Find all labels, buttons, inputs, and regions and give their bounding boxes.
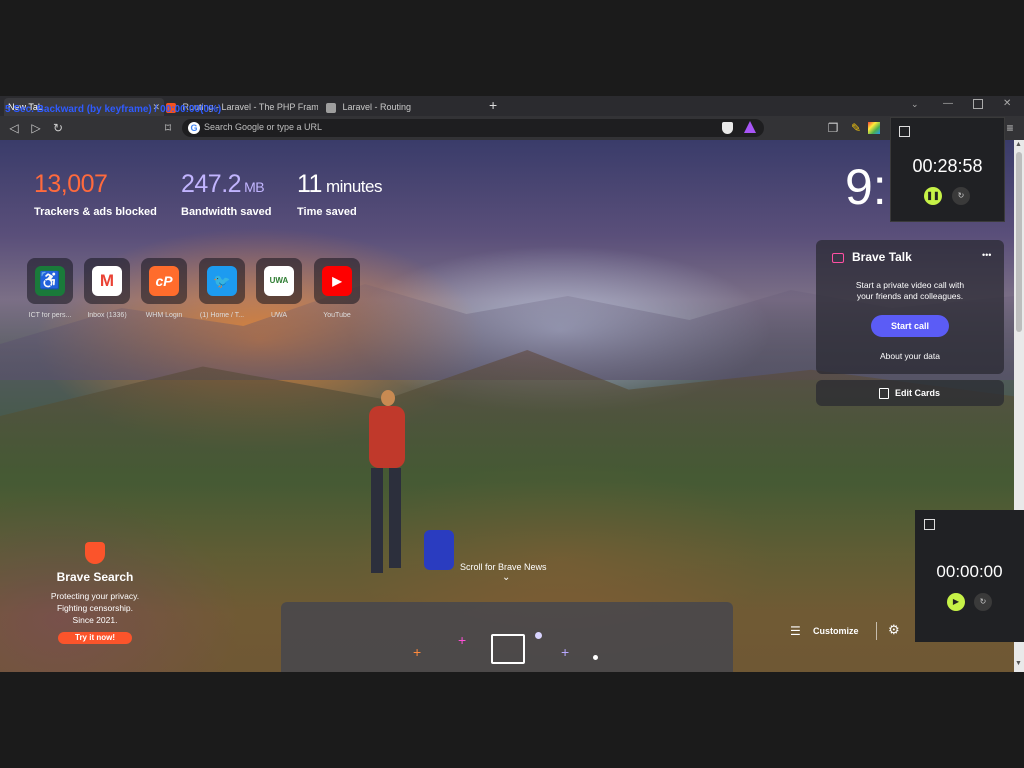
divider (876, 622, 877, 640)
stat-time-value: 11 minutes (297, 170, 382, 198)
top-site-tile[interactable]: M (84, 258, 130, 304)
back-icon[interactable]: ◁ (6, 120, 22, 136)
top-site-label: (1) Home / T... (199, 312, 245, 319)
brave-talk-title: Brave Talk (852, 250, 912, 264)
edit-cards-label: Edit Cards (895, 388, 941, 398)
reset-icon[interactable]: ↻ (952, 187, 970, 205)
stat-bandwidth-value: 247.2 MB (181, 170, 265, 198)
address-bar[interactable]: G Search Google or type a URL (182, 119, 764, 137)
stat-bandwidth-label: Bandwidth saved (181, 206, 272, 218)
expand-icon[interactable] (924, 519, 935, 530)
sparkle-plus-icon: + (561, 644, 570, 660)
sparkle-dot-icon (535, 632, 542, 639)
accessibility-icon: ♿ (35, 266, 65, 296)
cpanel-icon: cP (149, 266, 179, 296)
top-site-tile[interactable]: 🐦 (199, 258, 245, 304)
pause-button[interactable]: ❚❚ (924, 187, 942, 205)
tab-label: Laravel - Routing (342, 102, 412, 112)
timer-display: 00:00:00 (936, 562, 1003, 581)
bookmark-icon[interactable]: ⌑ (160, 120, 176, 136)
scroll-up-icon[interactable]: ▲ (1015, 141, 1022, 148)
top-site-tile[interactable]: cP (141, 258, 187, 304)
top-site-label: Inbox (1336) (87, 312, 127, 319)
settings-gear-icon[interactable]: ⚙ (888, 622, 900, 638)
brave-news-panel: + + + (281, 602, 733, 672)
top-site-label: ICT for pers... (28, 312, 72, 319)
brave-rewards-icon[interactable] (744, 121, 756, 133)
brave-lion-icon (85, 542, 105, 564)
gmail-icon: M (92, 266, 122, 296)
edit-cards-icon (879, 388, 889, 399)
play-button[interactable]: ▶ (947, 593, 965, 611)
hiker-figure (355, 390, 415, 580)
try-it-now-button[interactable]: Try it now! (58, 632, 132, 644)
top-site-tile[interactable]: UWA (256, 258, 302, 304)
brave-search-title: Brave Search (56, 570, 134, 584)
more-options-icon[interactable]: ••• (982, 250, 991, 260)
top-site-label: YouTube (323, 312, 351, 319)
overlay-caption: 5 Sec. Backward (by keyframe) / 00:00:00… (5, 104, 222, 115)
new-tab-page: 13,007 Trackers & ads blocked 247.2 MB Ba… (0, 140, 1014, 672)
customize-icon: ☰ (790, 624, 801, 638)
brave-search-tagline: Protecting your privacy. Fighting censor… (50, 591, 140, 625)
stopwatch-widget-top: 00:28:58 ❚❚ ↻ (890, 117, 1005, 222)
twitter-icon: 🐦 (207, 266, 237, 296)
close-window-button[interactable]: ✕ (1003, 98, 1011, 109)
news-book-icon (491, 634, 525, 664)
stat-trackers-label: Trackers & ads blocked (34, 206, 157, 218)
top-site-label: UWA (270, 312, 288, 319)
top-site-tile[interactable]: ♿ (27, 258, 73, 304)
video-camera-icon (832, 253, 844, 263)
start-call-button[interactable]: Start call (871, 315, 949, 337)
sparkle-plus-icon: + (458, 632, 467, 648)
scroll-for-news-label[interactable]: Scroll for Brave News (460, 562, 547, 572)
clock: 9: (845, 159, 887, 215)
about-your-data-link[interactable]: About your data (816, 351, 1004, 361)
reset-icon[interactable]: ↻ (974, 593, 992, 611)
laravel-favicon-icon (326, 102, 336, 113)
new-tab-button[interactable]: + (489, 97, 497, 113)
top-site-tile[interactable]: ▶ (314, 258, 360, 304)
url-placeholder: Search Google or type a URL (204, 122, 323, 132)
uwa-logo-icon: UWA (264, 266, 294, 296)
customize-label: Customize (813, 626, 859, 636)
dog-figure (424, 530, 454, 570)
google-icon: G (188, 122, 200, 134)
sparkle-dot-icon (593, 655, 598, 660)
toolbar: ◁ ▷ ↻ ⌑ G Search Google or type a URL ❐ … (0, 116, 1024, 140)
stopwatch-widget-bottom: 00:00:00 ▶ ↻ (915, 510, 1024, 642)
sparkle-plus-icon: + (413, 644, 422, 660)
reload-icon[interactable]: ↻ (50, 120, 66, 136)
youtube-icon: ▶ (322, 266, 352, 296)
stat-trackers-value: 13,007 (34, 170, 108, 198)
top-site-label: WHM Login (145, 312, 183, 319)
edit-cards-button[interactable]: Edit Cards (816, 380, 1004, 406)
tab-search-chevron-icon[interactable]: ⌄ (911, 99, 919, 110)
scroll-down-icon[interactable]: ▼ (1015, 660, 1022, 667)
expand-icon[interactable] (899, 126, 910, 137)
tab-laravel-routing[interactable]: Laravel - Routing (326, 98, 482, 116)
maximize-button[interactable] (973, 99, 983, 109)
extension-icon[interactable]: ✎ (848, 120, 864, 136)
chevron-down-icon[interactable]: ⌄ (502, 572, 510, 583)
brave-search-promo: Brave Search Protecting your privacy. Fi… (30, 538, 160, 648)
brave-talk-description: Start a private video call with your fri… (855, 280, 965, 301)
brave-shields-icon[interactable] (722, 122, 733, 134)
browser-window: New Tab ✕ Routing - Laravel - The PHP Fr… (0, 96, 1024, 672)
timer-display: 00:28:58 (912, 156, 983, 176)
forward-icon[interactable]: ▷ (28, 120, 44, 136)
scroll-thumb[interactable] (1016, 152, 1022, 332)
stat-time-label: Time saved (297, 206, 357, 218)
extension-color-icon[interactable] (868, 122, 880, 134)
brave-talk-card: Brave Talk ••• Start a private video cal… (816, 240, 1004, 374)
minimize-button[interactable]: — (943, 98, 953, 109)
sidebar-icon[interactable]: ❐ (825, 120, 841, 136)
